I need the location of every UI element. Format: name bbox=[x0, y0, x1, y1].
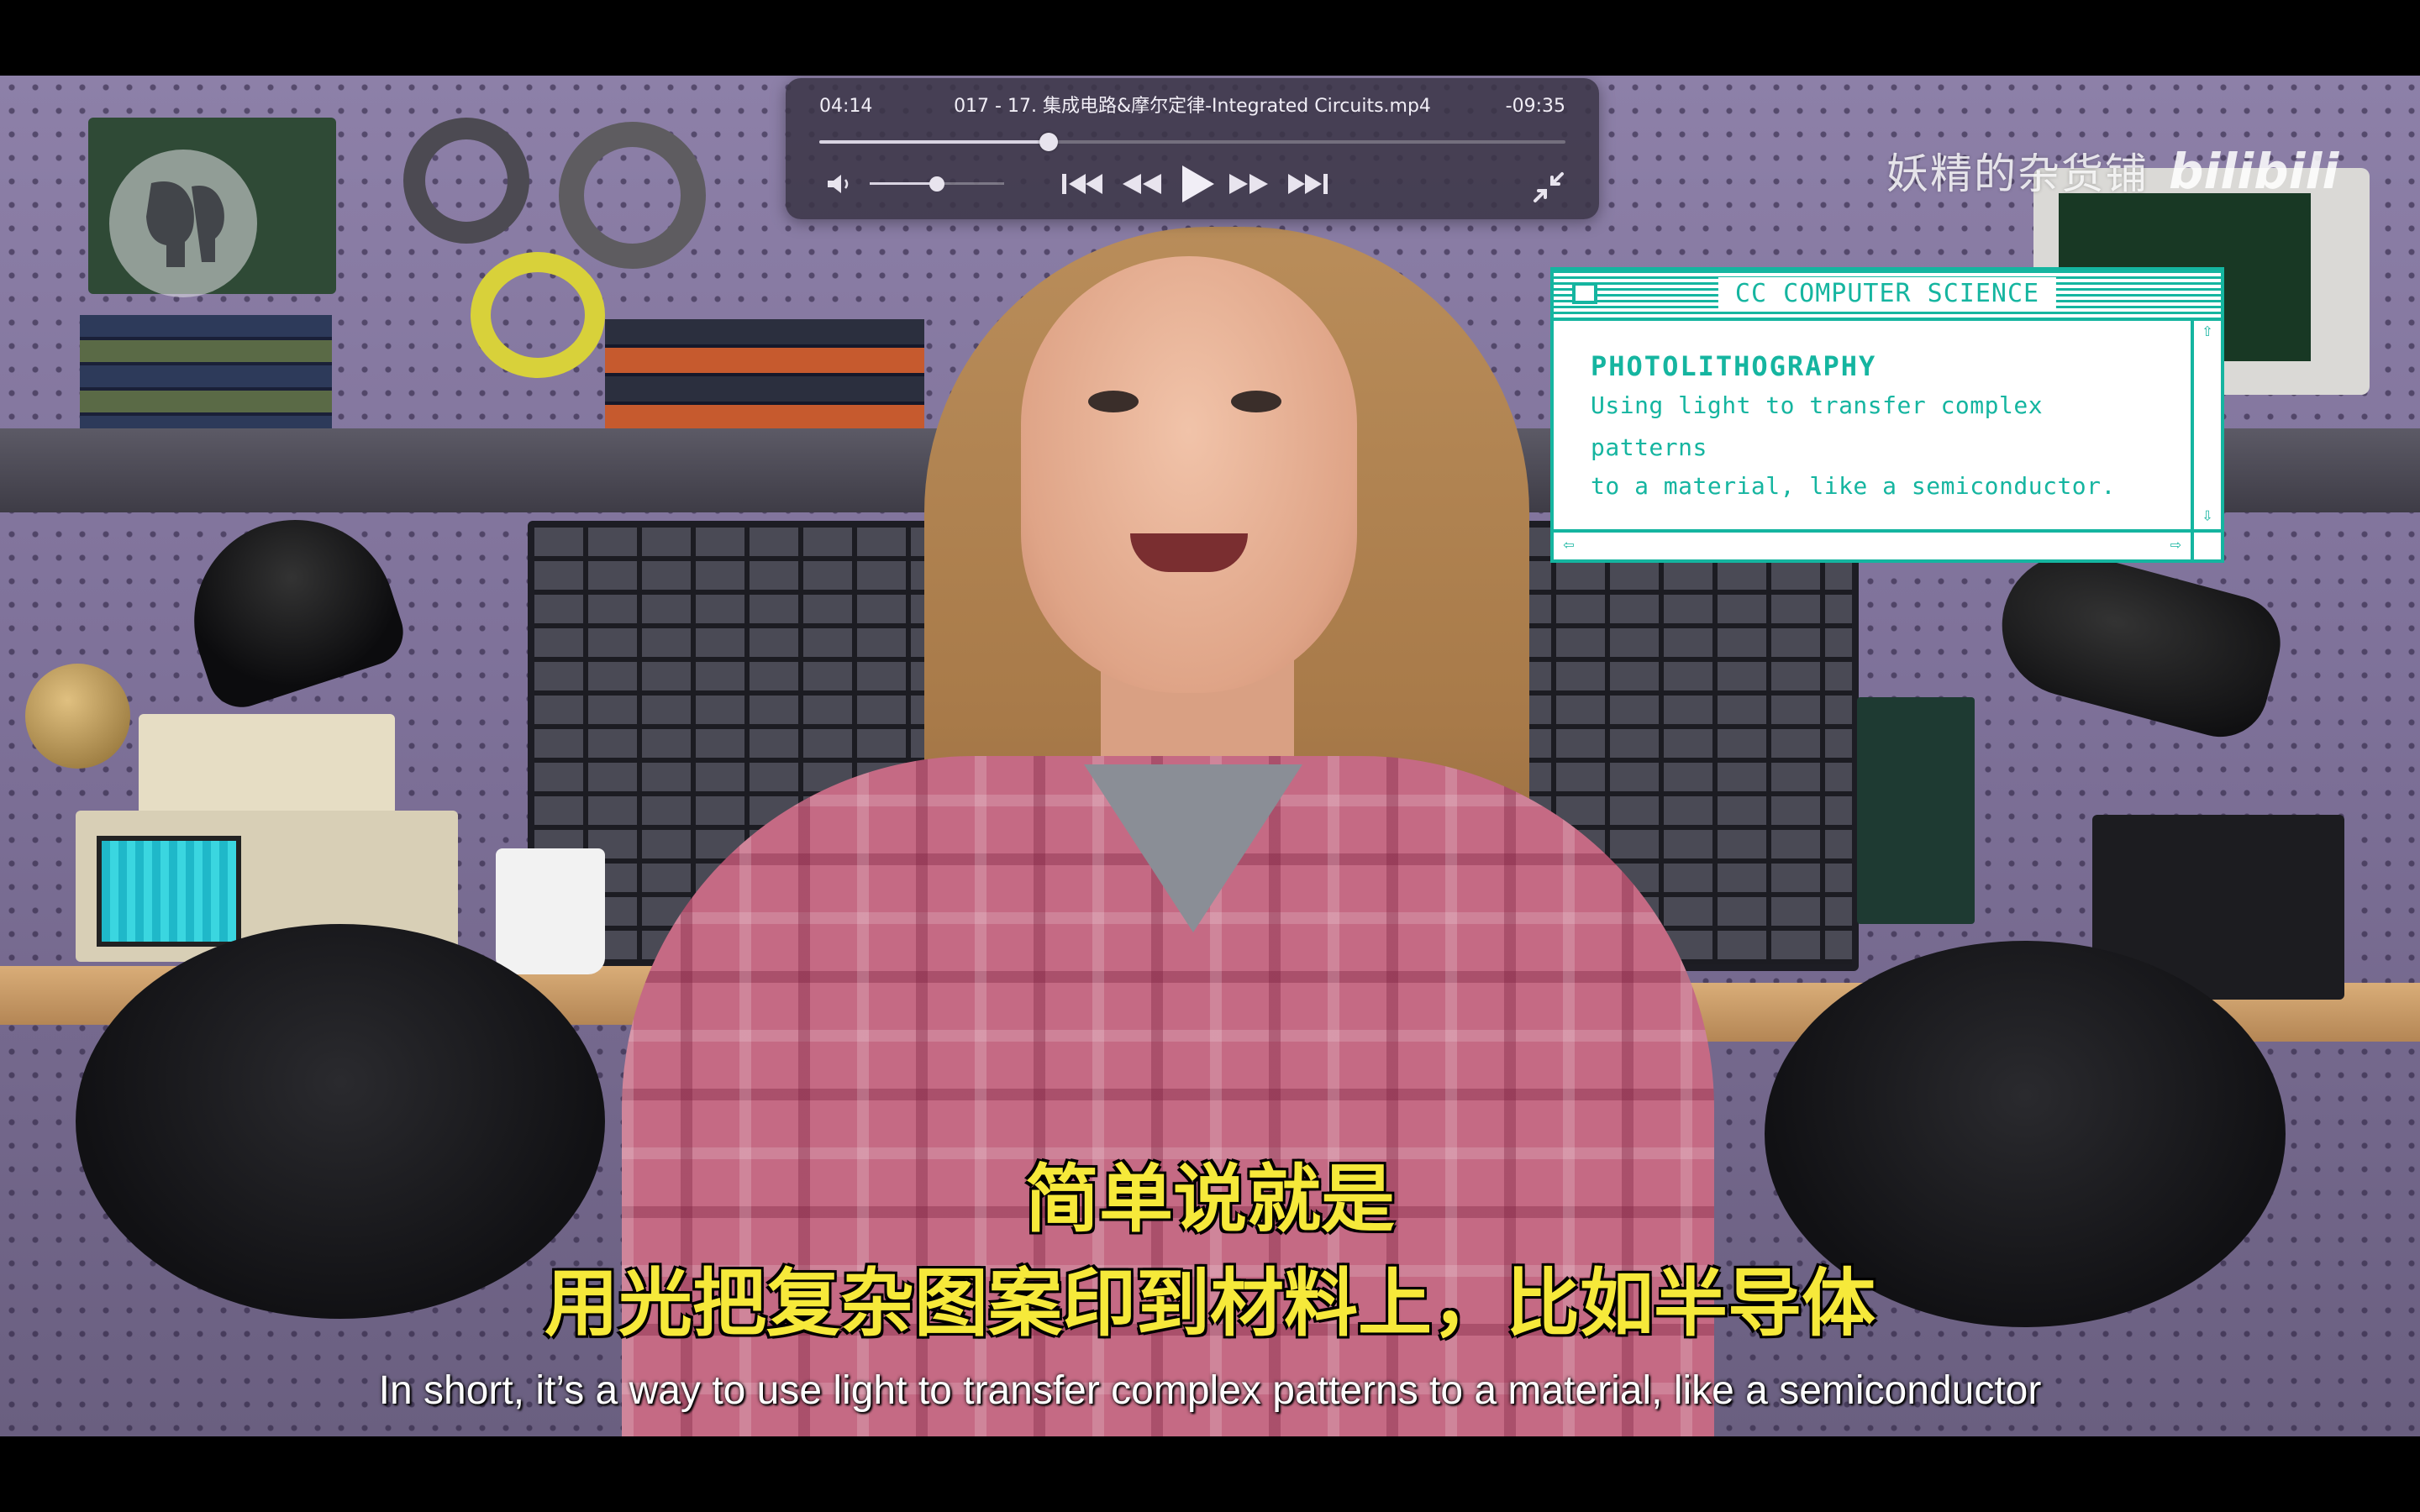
book-stack bbox=[80, 315, 332, 428]
desk-lamp bbox=[167, 493, 413, 717]
presenter-face bbox=[1021, 256, 1357, 693]
definition-term: PHOTOLITHOGRAPHY bbox=[1591, 350, 1877, 382]
exit-fullscreen-icon bbox=[1534, 172, 1564, 202]
definition-line-1: Using light to transfer complex patterns bbox=[1591, 391, 2044, 461]
skip-back-button[interactable] bbox=[1059, 164, 1107, 204]
rewind-button[interactable] bbox=[1118, 164, 1166, 204]
mouth bbox=[1130, 533, 1248, 572]
signal-generator bbox=[139, 714, 395, 815]
close-box-icon bbox=[1572, 282, 1597, 304]
bilibili-logo-text: bilibili bbox=[2169, 143, 2339, 200]
exit-fullscreen-button[interactable] bbox=[1530, 169, 1567, 206]
scroll-up-arrow-icon: ⇧ bbox=[2202, 320, 2213, 341]
volume-fill bbox=[870, 182, 937, 185]
oscilloscope-screen bbox=[97, 836, 241, 947]
window-title: CC COMPUTER SCIENCE bbox=[1718, 277, 2057, 311]
scroll-right-arrow-icon: ⇨ bbox=[2170, 534, 2181, 555]
remaining-time[interactable]: -09:35 bbox=[1506, 95, 1565, 118]
horizontal-scrollbar: ⇦ ⇨ bbox=[1554, 529, 2191, 559]
skip-forward-icon bbox=[1288, 174, 1328, 194]
progress-scrubber[interactable] bbox=[819, 132, 1565, 152]
heat-gun bbox=[1986, 538, 2291, 748]
skip-forward-button[interactable] bbox=[1283, 164, 1332, 204]
book-stack bbox=[605, 319, 924, 428]
resize-box-icon bbox=[2191, 529, 2221, 559]
subtitle-cn-line-1: 简单说就是 bbox=[1024, 1156, 1395, 1242]
rewind-icon bbox=[1123, 174, 1161, 194]
fast-forward-icon bbox=[1229, 174, 1268, 194]
progress-fill bbox=[819, 140, 1049, 144]
skip-back-icon bbox=[1062, 174, 1102, 194]
bilibili-watermark: 妖精的杂货铺 bilibili bbox=[1886, 141, 2345, 200]
play-button[interactable] bbox=[1174, 164, 1219, 204]
subtitle-cn-line-2: 用光把复杂图案印到材料上，比如半导体 bbox=[544, 1260, 1876, 1347]
window-content: PHOTOLITHOGRAPHY Using light to transfer… bbox=[1591, 348, 2162, 507]
player-control-bar[interactable]: 04:14 017 - 17. 集成电路&摩尔定律-Integrated Cir… bbox=[786, 78, 1599, 219]
pbs-logo bbox=[109, 150, 257, 297]
bilibili-logo: bilibili bbox=[2169, 143, 2339, 200]
tape-roll bbox=[403, 118, 529, 244]
scroll-left-arrow-icon: ⇦ bbox=[1563, 534, 1575, 555]
green-book bbox=[1857, 697, 1975, 924]
eye bbox=[1231, 391, 1281, 412]
yellow-tape-roll bbox=[471, 252, 605, 378]
globe bbox=[25, 664, 130, 769]
definition-line-2: to a material, like a semiconductor. bbox=[1591, 472, 2116, 500]
video-player-screen: 04:14 017 - 17. 集成电路&摩尔定律-Integrated Cir… bbox=[0, 0, 2420, 1512]
cc-definition-window: CC COMPUTER SCIENCE PHOTOLITHOGRAPHY Usi… bbox=[1550, 267, 2224, 563]
video-title: 017 - 17. 集成电路&摩尔定律-Integrated Circuits.… bbox=[954, 96, 1431, 117]
pbs-heads-icon bbox=[146, 181, 224, 267]
fast-forward-button[interactable] bbox=[1224, 164, 1273, 204]
subtitle-en-line: In short, it’s a way to use light to tra… bbox=[378, 1368, 2042, 1413]
volume-knob[interactable] bbox=[929, 176, 944, 192]
progress-knob[interactable] bbox=[1039, 133, 1058, 151]
play-icon bbox=[1182, 165, 1214, 202]
eye bbox=[1088, 391, 1139, 412]
channel-name: 妖精的杂货铺 bbox=[1886, 150, 2149, 198]
vertical-scrollbar: ⇧ ⇩ bbox=[2191, 318, 2221, 529]
volume-slider[interactable] bbox=[870, 174, 1004, 194]
window-titlebar: CC COMPUTER SCIENCE bbox=[1554, 270, 2221, 321]
speaker-icon[interactable] bbox=[826, 172, 856, 196]
tape-roll bbox=[559, 122, 706, 269]
scroll-down-arrow-icon: ⇩ bbox=[2202, 505, 2213, 526]
coffee-mug bbox=[496, 848, 605, 974]
